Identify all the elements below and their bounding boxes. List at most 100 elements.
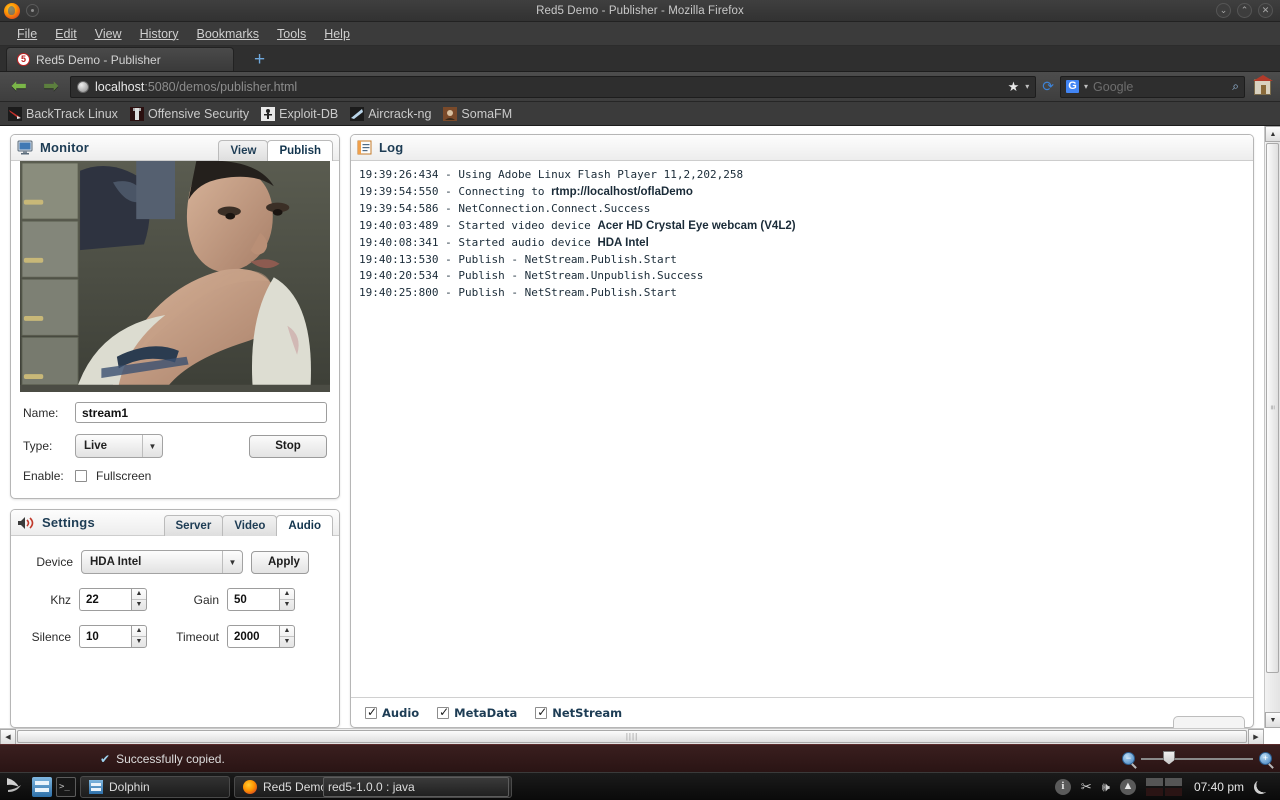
pager-desktop-2[interactable] — [1164, 777, 1182, 786]
menu-file[interactable]: File — [8, 24, 46, 44]
quicklaunch-terminal-icon[interactable]: >_ — [56, 776, 76, 797]
scissors-icon[interactable]: ✂ — [1081, 779, 1092, 795]
increment-icon[interactable]: ▲ — [280, 626, 294, 637]
timeout-stepper-buttons[interactable]: ▲ ▼ — [279, 625, 295, 648]
menu-history[interactable]: History — [131, 24, 188, 44]
silence-stepper[interactable]: ▲▼ — [79, 625, 147, 648]
pager-desktop-4[interactable] — [1164, 787, 1182, 796]
gain-stepper-buttons[interactable]: ▲ ▼ — [279, 588, 295, 611]
tab-server[interactable]: Server — [163, 514, 224, 536]
scroll-up-button[interactable]: ▲ — [1265, 126, 1280, 142]
taskbar-window-firefox[interactable]: Red5 Demo - Publisher red5-1.0.0 : java — [234, 775, 512, 798]
minimize-icon[interactable]: ⌄ — [1216, 3, 1231, 18]
increment-icon[interactable]: ▲ — [132, 589, 146, 600]
url-bar[interactable]: localhost:5080/demos/publisher.html ★ ▾ — [70, 75, 1037, 98]
horizontal-scroll-thumb[interactable]: |||| — [17, 730, 1247, 743]
bookmark-exploit-db[interactable]: Exploit-DB — [261, 106, 338, 121]
scroll-right-button[interactable]: ▶ — [1248, 729, 1264, 744]
close-icon[interactable]: ✕ — [1258, 3, 1273, 18]
tab-view[interactable]: View — [218, 139, 269, 161]
browser-tab-red5-demo[interactable]: 5 Red5 Demo - Publisher — [6, 47, 234, 71]
zoom-slider[interactable] — [1141, 750, 1253, 765]
chevron-down-icon[interactable]: ▾ — [1025, 82, 1029, 91]
eject-icon[interactable]: ▲ — [1119, 778, 1136, 795]
scroll-down-button[interactable]: ▼ — [1265, 712, 1280, 728]
zoom-slider-handle[interactable] — [1163, 750, 1175, 765]
tab-publish[interactable]: Publish — [267, 139, 333, 161]
bookmark-somafm[interactable]: SomaFM — [443, 106, 512, 121]
decrement-icon[interactable]: ▼ — [132, 637, 146, 647]
search-input[interactable]: Google — [1093, 80, 1227, 94]
menu-bookmarks[interactable]: Bookmarks — [187, 24, 268, 44]
decrement-icon[interactable]: ▼ — [132, 600, 146, 610]
menu-tools[interactable]: Tools — [268, 24, 315, 44]
tab-audio[interactable]: Audio — [276, 514, 333, 536]
taskbar-window-red5-java[interactable]: red5-1.0.0 : java — [323, 776, 509, 797]
vertical-scroll-thumb[interactable]: ≡ — [1266, 143, 1279, 673]
back-icon[interactable]: ⬅ — [6, 75, 32, 98]
search-engine-chevron-icon[interactable]: ▾ — [1084, 82, 1088, 91]
khz-stepper-buttons[interactable]: ▲ ▼ — [131, 588, 147, 611]
netstream-checkbox[interactable] — [535, 705, 547, 719]
increment-icon[interactable]: ▲ — [280, 589, 294, 600]
chevron-down-icon[interactable]: ▼ — [142, 435, 162, 457]
fullscreen-checkbox[interactable] — [75, 470, 87, 482]
video-preview[interactable] — [20, 161, 330, 392]
stream-name-input[interactable] — [75, 402, 327, 423]
info-icon[interactable]: i — [1054, 778, 1071, 795]
menu-view[interactable]: View — [86, 24, 131, 44]
window-menu-icon[interactable] — [26, 4, 39, 17]
bookmark-offensive-security[interactable]: Offensive Security — [129, 106, 249, 121]
pager-desktop-3[interactable] — [1145, 787, 1163, 796]
bookmark-aircrack-ng[interactable]: Aircrack-ng — [350, 106, 431, 121]
search-bar[interactable]: G ▾ Google ⌕ — [1060, 75, 1245, 98]
tab-video[interactable]: Video — [222, 514, 278, 536]
stop-button[interactable]: Stop — [249, 434, 327, 458]
silence-stepper-buttons[interactable]: ▲ ▼ — [131, 625, 147, 648]
timeout-stepper[interactable]: ▲▼ — [227, 625, 295, 648]
menu-edit[interactable]: Edit — [46, 24, 86, 44]
volume-icon[interactable]: 🕪 — [1102, 779, 1110, 795]
quicklaunch-file-manager-icon[interactable] — [32, 776, 52, 797]
taskbar-window-dolphin[interactable]: Dolphin — [80, 775, 230, 798]
log-output[interactable]: 19:39:26:434 - Using Adobe Linux Flash P… — [351, 161, 1253, 697]
new-tab-button[interactable]: + — [242, 50, 277, 71]
decrement-icon[interactable]: ▼ — [280, 600, 294, 610]
menu-help[interactable]: Help — [315, 24, 359, 44]
zoom-out-icon[interactable]: − — [1122, 752, 1135, 765]
zoom-in-icon[interactable]: + — [1259, 752, 1272, 765]
filter-metadata[interactable]: MetaData — [437, 705, 517, 720]
metadata-checkbox[interactable] — [437, 705, 449, 719]
stream-type-select[interactable]: Live ▼ — [75, 434, 163, 458]
audio-checkbox[interactable] — [365, 705, 377, 719]
bookmark-backtrack-linux[interactable]: BackTrack Linux — [8, 106, 118, 121]
khz-stepper[interactable]: ▲▼ — [79, 588, 147, 611]
audio-device-select[interactable]: HDA Intel ▼ — [81, 550, 243, 574]
page-horizontal-scrollbar[interactable]: ◀ ▶ |||| — [0, 728, 1264, 744]
increment-icon[interactable]: ▲ — [132, 626, 146, 637]
bookmark-star-icon[interactable]: ★ — [1008, 79, 1020, 95]
filter-netstream[interactable]: NetStream — [535, 705, 622, 720]
taskbar-clock[interactable]: 07:40 pm — [1194, 780, 1244, 794]
filter-audio[interactable]: Audio — [365, 705, 419, 720]
scroll-left-button[interactable]: ◀ — [0, 729, 16, 744]
timeout-input[interactable] — [227, 625, 279, 648]
pager-desktop-1[interactable] — [1145, 777, 1163, 786]
khz-input[interactable] — [79, 588, 131, 611]
maximize-icon[interactable]: ⌃ — [1237, 3, 1252, 18]
gain-input[interactable] — [227, 588, 279, 611]
silence-input[interactable] — [79, 625, 131, 648]
gain-stepper[interactable]: ▲▼ — [227, 588, 295, 611]
zoom-control[interactable]: − + — [1122, 750, 1272, 765]
moon-icon[interactable] — [1254, 779, 1268, 794]
forward-icon[interactable]: ➡ — [38, 75, 64, 98]
page-vertical-scrollbar[interactable]: ▲ ▼ ≡ — [1264, 126, 1280, 728]
apply-button[interactable]: Apply — [251, 550, 309, 574]
home-icon[interactable] — [1253, 74, 1273, 95]
decrement-icon[interactable]: ▼ — [280, 637, 294, 647]
search-icon[interactable]: ⌕ — [1232, 79, 1239, 94]
kde-menu-icon[interactable] — [6, 776, 28, 798]
reload-icon[interactable]: ⟳ — [1042, 78, 1054, 95]
chevron-down-icon[interactable]: ▼ — [222, 551, 242, 573]
desktop-pager[interactable] — [1145, 777, 1184, 796]
